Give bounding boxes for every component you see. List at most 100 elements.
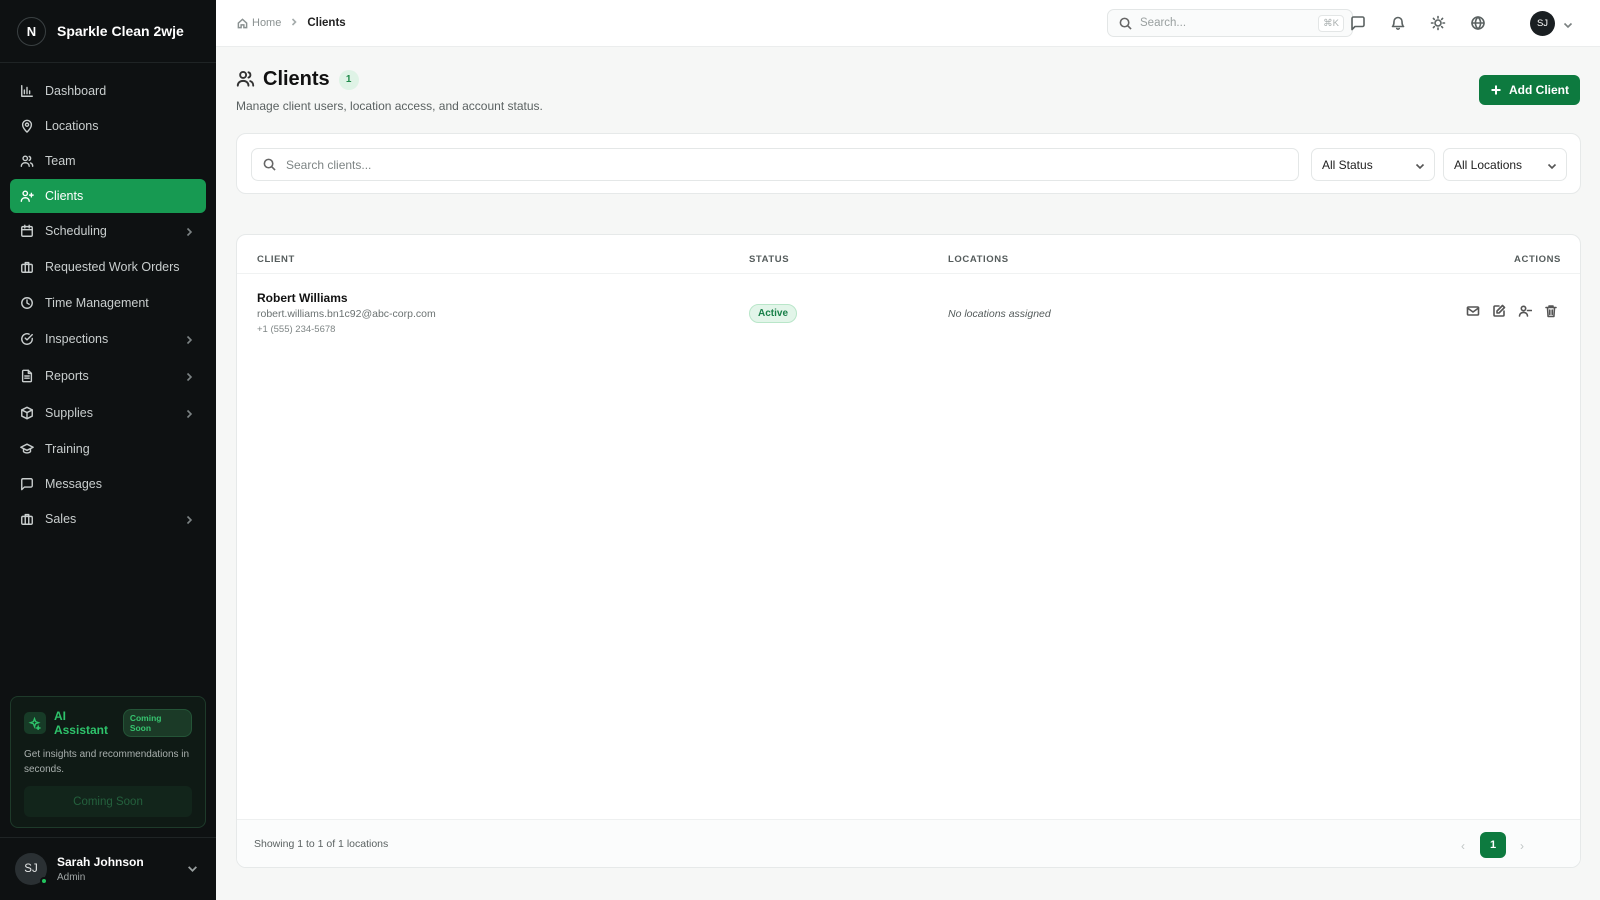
global-search-input[interactable]: [1140, 17, 1310, 29]
table-row[interactable]: Robert Williams robert.williams.bn1c92@a…: [237, 274, 1580, 346]
search-icon: [263, 158, 276, 171]
top-bar: Home Clients ⌘K SJ: [216, 0, 1600, 47]
sidebar-item-label: Locations: [45, 119, 99, 133]
breadcrumb-home-label: Home: [252, 17, 282, 29]
column-header-client[interactable]: CLIENT: [257, 254, 295, 265]
chevron-right-icon: [184, 334, 194, 345]
chevron-right-icon: [184, 371, 194, 382]
breadcrumb-current: Clients: [307, 17, 346, 29]
sidebar: N Sparkle Clean 2wje Dashboard Locations…: [0, 0, 216, 900]
clock-icon: [20, 296, 34, 310]
header-avatar[interactable]: SJ: [1530, 11, 1555, 36]
sidebar-item-label: Messages: [45, 477, 102, 491]
sidebar-item-label: Sales: [45, 512, 77, 526]
sidebar-item-label: Supplies: [45, 406, 93, 420]
edit-icon[interactable]: [1492, 304, 1506, 318]
file-text-icon: [20, 369, 34, 383]
sidebar-item-label: Requested Work Orders: [45, 260, 180, 274]
status-filter-value: All Status: [1322, 157, 1373, 172]
briefcase-icon: [20, 260, 34, 274]
page-button-current[interactable]: 1: [1480, 832, 1506, 858]
sidebar-item-label: Team: [45, 154, 76, 168]
sidebar-item-messages[interactable]: Messages: [10, 467, 206, 501]
sidebar-item-team[interactable]: Team: [10, 144, 206, 178]
bell-icon[interactable]: [1390, 15, 1406, 31]
add-client-label: Add Client: [1509, 83, 1569, 97]
sidebar-item-inspections[interactable]: Inspections: [10, 321, 206, 357]
count-badge: 1: [338, 69, 359, 90]
client-locations: No locations assigned: [948, 308, 1051, 320]
filter-bar: All Status All Locations: [236, 133, 1581, 194]
sidebar-item-supplies[interactable]: Supplies: [10, 395, 206, 431]
coming-soon-button[interactable]: Coming Soon: [24, 786, 192, 817]
sun-icon[interactable]: [1430, 15, 1446, 31]
trash-icon[interactable]: [1544, 304, 1558, 318]
chat-icon[interactable]: [1350, 15, 1366, 31]
map-pin-icon: [20, 119, 34, 133]
mail-icon[interactable]: [1466, 304, 1480, 318]
sparkles-icon: [24, 712, 46, 734]
column-header-actions: ACTIONS: [1514, 254, 1561, 265]
sidebar-item-training[interactable]: Training: [10, 432, 206, 466]
ai-assistant-description: Get insights and recommendations in seco…: [24, 749, 190, 775]
sidebar-item-time-management[interactable]: Time Management: [10, 286, 206, 320]
bar-chart-icon: [20, 84, 34, 98]
add-client-button[interactable]: Add Client: [1479, 75, 1580, 105]
chevron-down-icon: [1415, 160, 1425, 174]
brand[interactable]: N Sparkle Clean 2wje: [0, 0, 216, 63]
sidebar-item-label: Clients: [45, 189, 84, 203]
home-icon: [237, 17, 248, 28]
sidebar-item-label: Inspections: [45, 332, 109, 346]
sidebar-item-dashboard[interactable]: Dashboard: [10, 74, 206, 108]
sidebar-item-scheduling[interactable]: Scheduling: [10, 214, 206, 248]
global-search[interactable]: ⌘K: [1107, 9, 1353, 37]
message-square-icon: [20, 477, 34, 491]
users-icon: [236, 69, 255, 91]
user-menu[interactable]: SJ Sarah Johnson Admin: [0, 837, 216, 900]
chevron-left-icon[interactable]: ‹: [1450, 833, 1476, 859]
chevron-right-icon: [290, 17, 298, 29]
brand-name: Sparkle Clean 2wje: [57, 23, 184, 39]
sidebar-item-requested-work-orders[interactable]: Requested Work Orders: [10, 249, 206, 285]
client-phone: +1 (555) 234-5678: [257, 324, 336, 335]
locations-filter-select[interactable]: All Locations: [1443, 148, 1567, 181]
coming-soon-badge: Coming Soon: [122, 709, 192, 737]
chevron-down-icon: [1547, 160, 1557, 174]
globe-icon[interactable]: [1470, 15, 1486, 31]
breadcrumb-home[interactable]: Home: [237, 17, 281, 29]
page-subtitle: Manage client users, location access, an…: [236, 99, 543, 113]
plus-icon: [1491, 85, 1501, 95]
clients-table: CLIENT STATUS LOCATIONS ACTIONS Robert W…: [236, 234, 1581, 868]
user-minus-icon[interactable]: [1518, 304, 1533, 318]
column-header-status[interactable]: STATUS: [749, 254, 789, 265]
sidebar-item-locations[interactable]: Locations: [10, 109, 206, 143]
breadcrumb: Home Clients: [237, 17, 346, 29]
chevron-right-icon: [184, 408, 194, 419]
online-status-dot: [40, 877, 48, 885]
check-circle-icon: [20, 332, 34, 346]
sidebar-nav: Dashboard Locations Team Clients Schedul…: [0, 63, 216, 536]
chevron-right-icon[interactable]: ›: [1509, 833, 1535, 859]
ai-assistant-card: AI Assistant Coming Soon Get insights an…: [10, 696, 206, 828]
locations-filter-value: All Locations: [1454, 157, 1523, 172]
page-title: Clients: [263, 68, 330, 90]
chevron-right-icon: [184, 514, 194, 525]
pagination-summary: Showing 1 to 1 of 1 locations: [254, 838, 389, 850]
column-header-locations[interactable]: LOCATIONS: [948, 254, 1009, 265]
sidebar-item-label: Reports: [45, 369, 89, 383]
package-icon: [20, 406, 34, 420]
users-icon: [20, 154, 34, 168]
search-shortcut: ⌘K: [1318, 15, 1344, 32]
user-name: Sarah Johnson: [57, 855, 144, 869]
sidebar-item-sales[interactable]: Sales: [10, 502, 206, 536]
sidebar-item-reports[interactable]: Reports: [10, 358, 206, 394]
client-search[interactable]: [251, 148, 1299, 181]
status-badge: Active: [749, 304, 798, 323]
sidebar-item-clients[interactable]: Clients: [10, 179, 206, 213]
client-search-input[interactable]: [286, 157, 1186, 172]
table-footer: Showing 1 to 1 of 1 locations ‹ 1 ›: [237, 819, 1580, 867]
user-role: Admin: [57, 872, 86, 883]
status-filter-select[interactable]: All Status: [1311, 148, 1435, 181]
chevron-down-icon[interactable]: [1563, 18, 1573, 33]
user-plus-icon: [20, 189, 34, 203]
